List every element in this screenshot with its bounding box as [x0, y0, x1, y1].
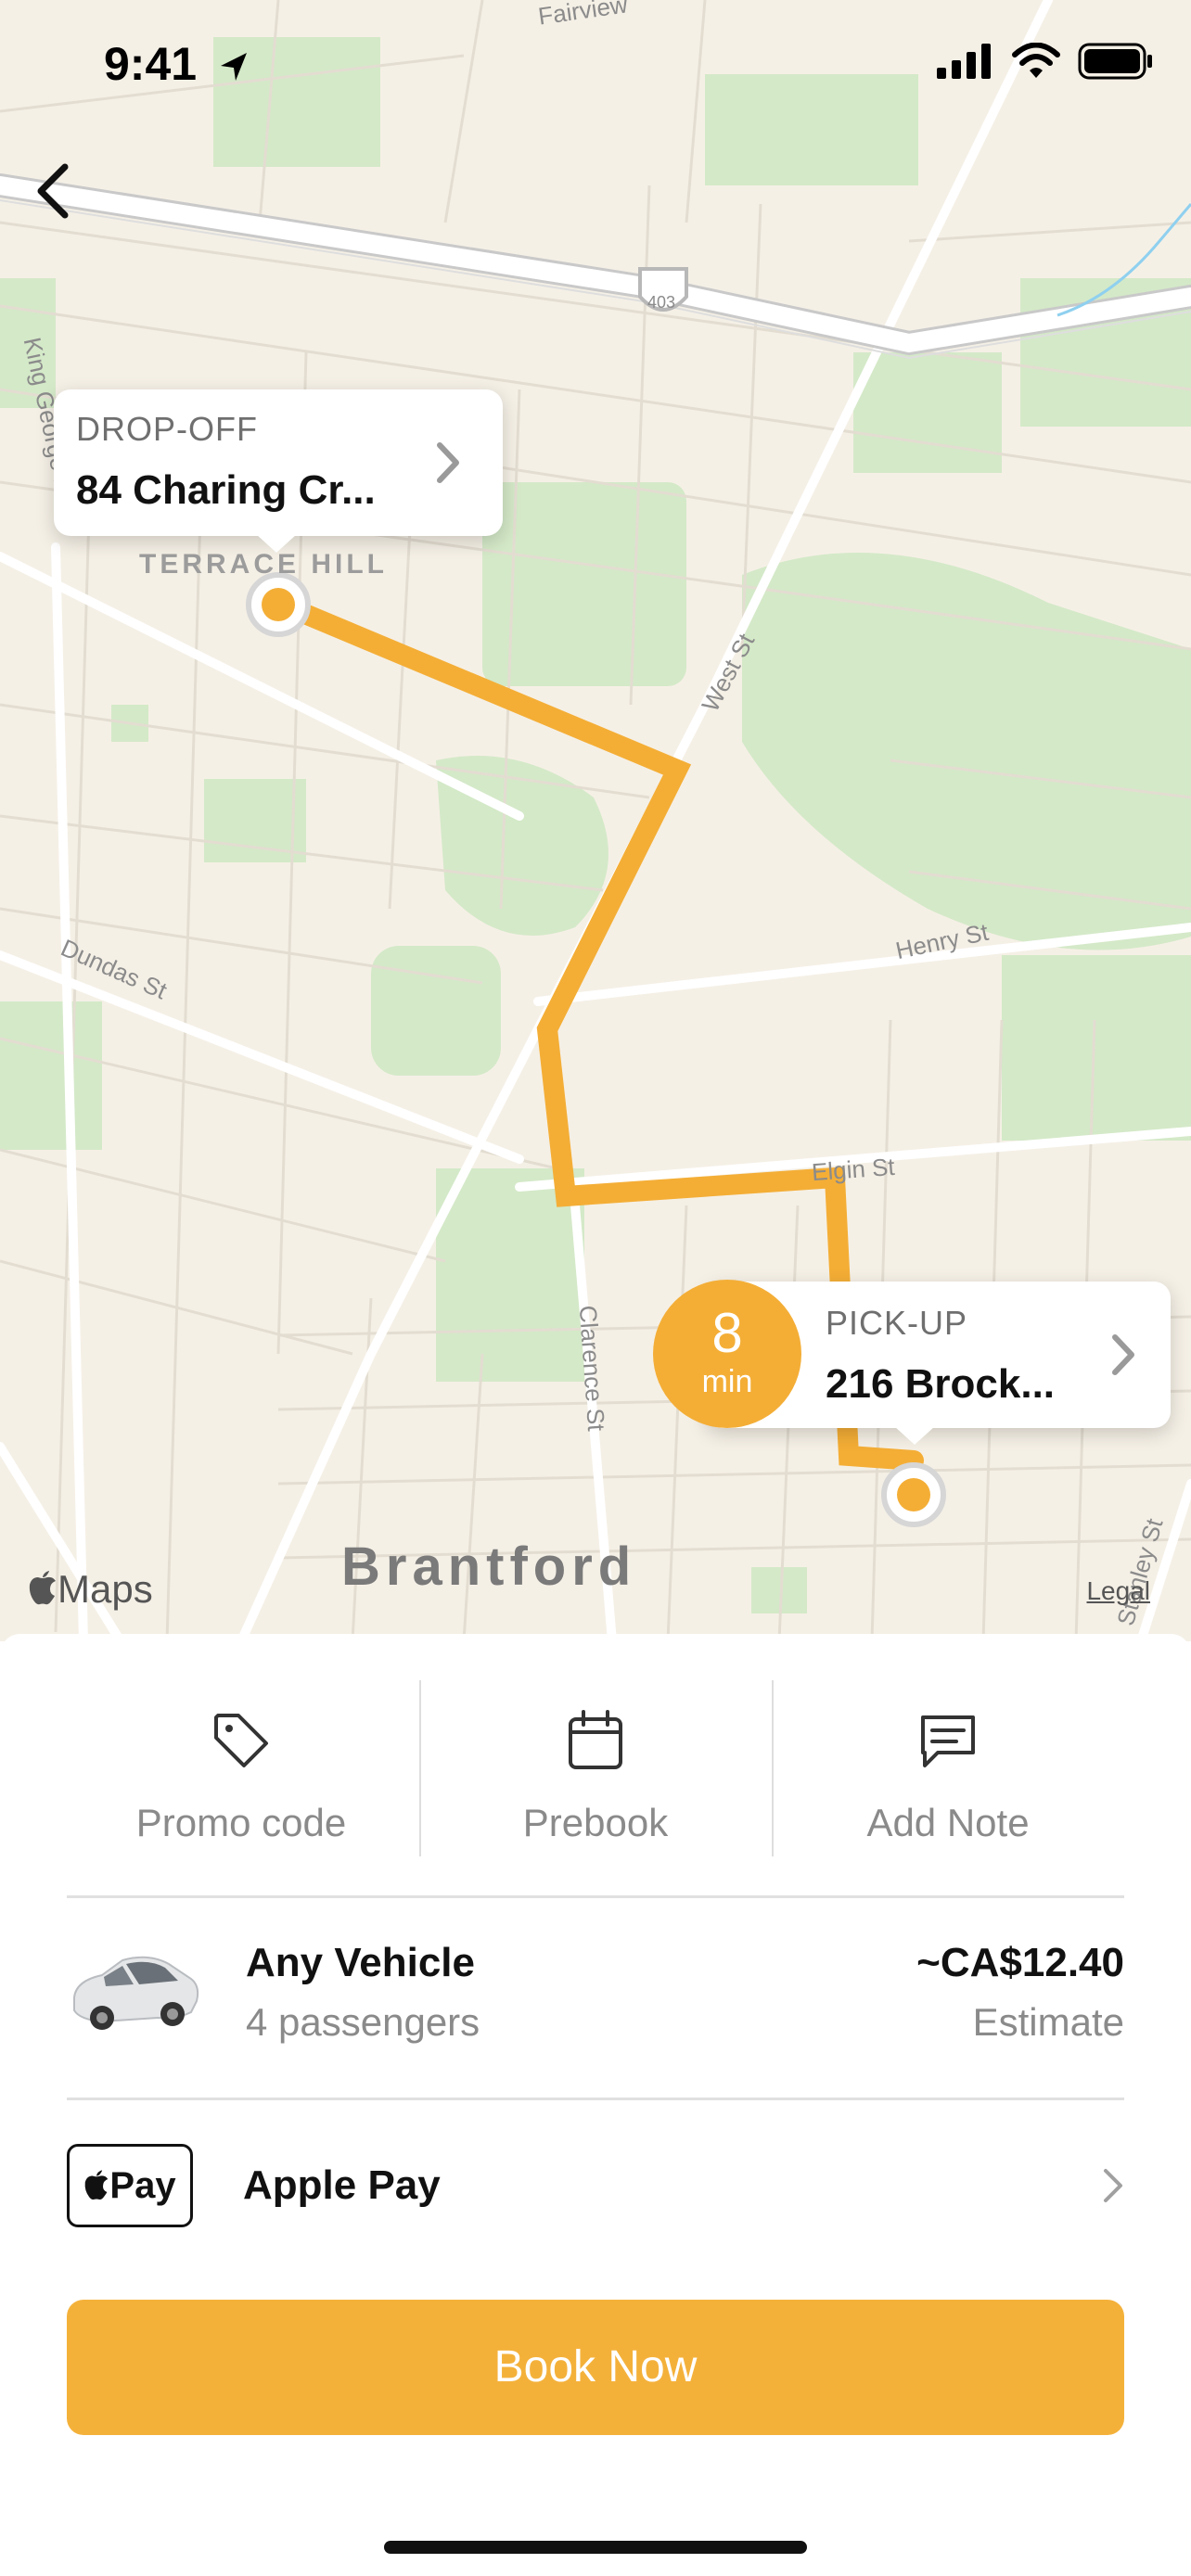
- divider: [67, 2098, 1124, 2100]
- add-note-button[interactable]: Add Note: [772, 1634, 1124, 1856]
- vehicle-capacity: 4 passengers: [246, 2000, 480, 2044]
- maps-attribution: Maps: [28, 1567, 153, 1612]
- eta-badge: 8 min: [653, 1280, 801, 1428]
- chevron-right-icon: [437, 442, 459, 483]
- pickup-title: PICK-UP: [826, 1304, 968, 1342]
- legal-link[interactable]: Legal: [1086, 1576, 1150, 1606]
- home-indicator: [384, 2541, 807, 2554]
- back-button[interactable]: [28, 158, 83, 223]
- apple-logo-icon: [85, 2170, 109, 2200]
- cellular-signal-icon: [937, 44, 991, 79]
- map-label-city: Brantford: [341, 1537, 637, 1597]
- book-now-button[interactable]: Book Now: [67, 2300, 1124, 2435]
- booking-sheet: Promo code Prebook Add Note Any Vehicle: [0, 1634, 1191, 2576]
- map-label-terrace-hill: TERRACE HILL: [139, 549, 388, 580]
- promo-code-button[interactable]: Promo code: [65, 1634, 417, 1856]
- eta-value: 8: [711, 1302, 743, 1364]
- chevron-right-icon: [1112, 1334, 1134, 1375]
- dropoff-pin: [246, 572, 311, 637]
- prebook-label: Prebook: [522, 1801, 669, 1844]
- pickup-pin: [881, 1462, 946, 1527]
- fare-price: ~CA$12.40: [916, 1940, 1124, 1985]
- maps-attribution-text: Maps: [58, 1567, 153, 1611]
- map-label-elgin: Elgin St: [811, 1152, 896, 1187]
- highway-number: 403: [647, 293, 675, 312]
- vehicle-name: Any Vehicle: [246, 1940, 476, 1985]
- dropoff-callout-tail: [256, 534, 297, 553]
- fare-note: Estimate: [972, 2000, 1124, 2044]
- battery-icon: [1078, 43, 1152, 80]
- payment-label: Apple Pay: [243, 2162, 441, 2208]
- location-arrow-icon: [220, 52, 247, 81]
- tag-icon: [214, 1714, 268, 1767]
- dropoff-title: DROP-OFF: [76, 410, 258, 448]
- add-note-label: Add Note: [866, 1801, 1030, 1844]
- wifi-icon: [1012, 43, 1060, 78]
- apple-logo-icon: [29, 1571, 56, 1605]
- chevron-left-icon: [37, 163, 69, 219]
- dropoff-address: 84 Charing Cr...: [76, 467, 376, 513]
- car-image: [73, 1956, 199, 2030]
- message-icon: [921, 1715, 975, 1767]
- prebook-button[interactable]: Prebook: [419, 1634, 772, 1856]
- status-time-text: 9:41: [104, 38, 198, 90]
- status-time: 9:41: [104, 37, 252, 91]
- dropoff-callout[interactable]: DROP-OFF 84 Charing Cr...: [54, 389, 503, 536]
- pickup-address: 216 Brock...: [826, 1361, 1056, 1407]
- apple-pay-badge-text: Pay: [109, 2165, 176, 2206]
- eta-unit: min: [701, 1364, 753, 1399]
- status-icons: [937, 43, 1154, 80]
- promo-code-label: Promo code: [135, 1801, 347, 1844]
- chevron-right-icon: [1104, 2169, 1122, 2202]
- divider: [67, 1895, 1124, 1898]
- pickup-callout-tail: [894, 1426, 935, 1445]
- map-view[interactable]: 403 Fairview King George Rd TERRACE HILL…: [0, 0, 1191, 1641]
- apple-pay-badge: Pay: [67, 2144, 193, 2227]
- calendar-icon: [569, 1710, 622, 1769]
